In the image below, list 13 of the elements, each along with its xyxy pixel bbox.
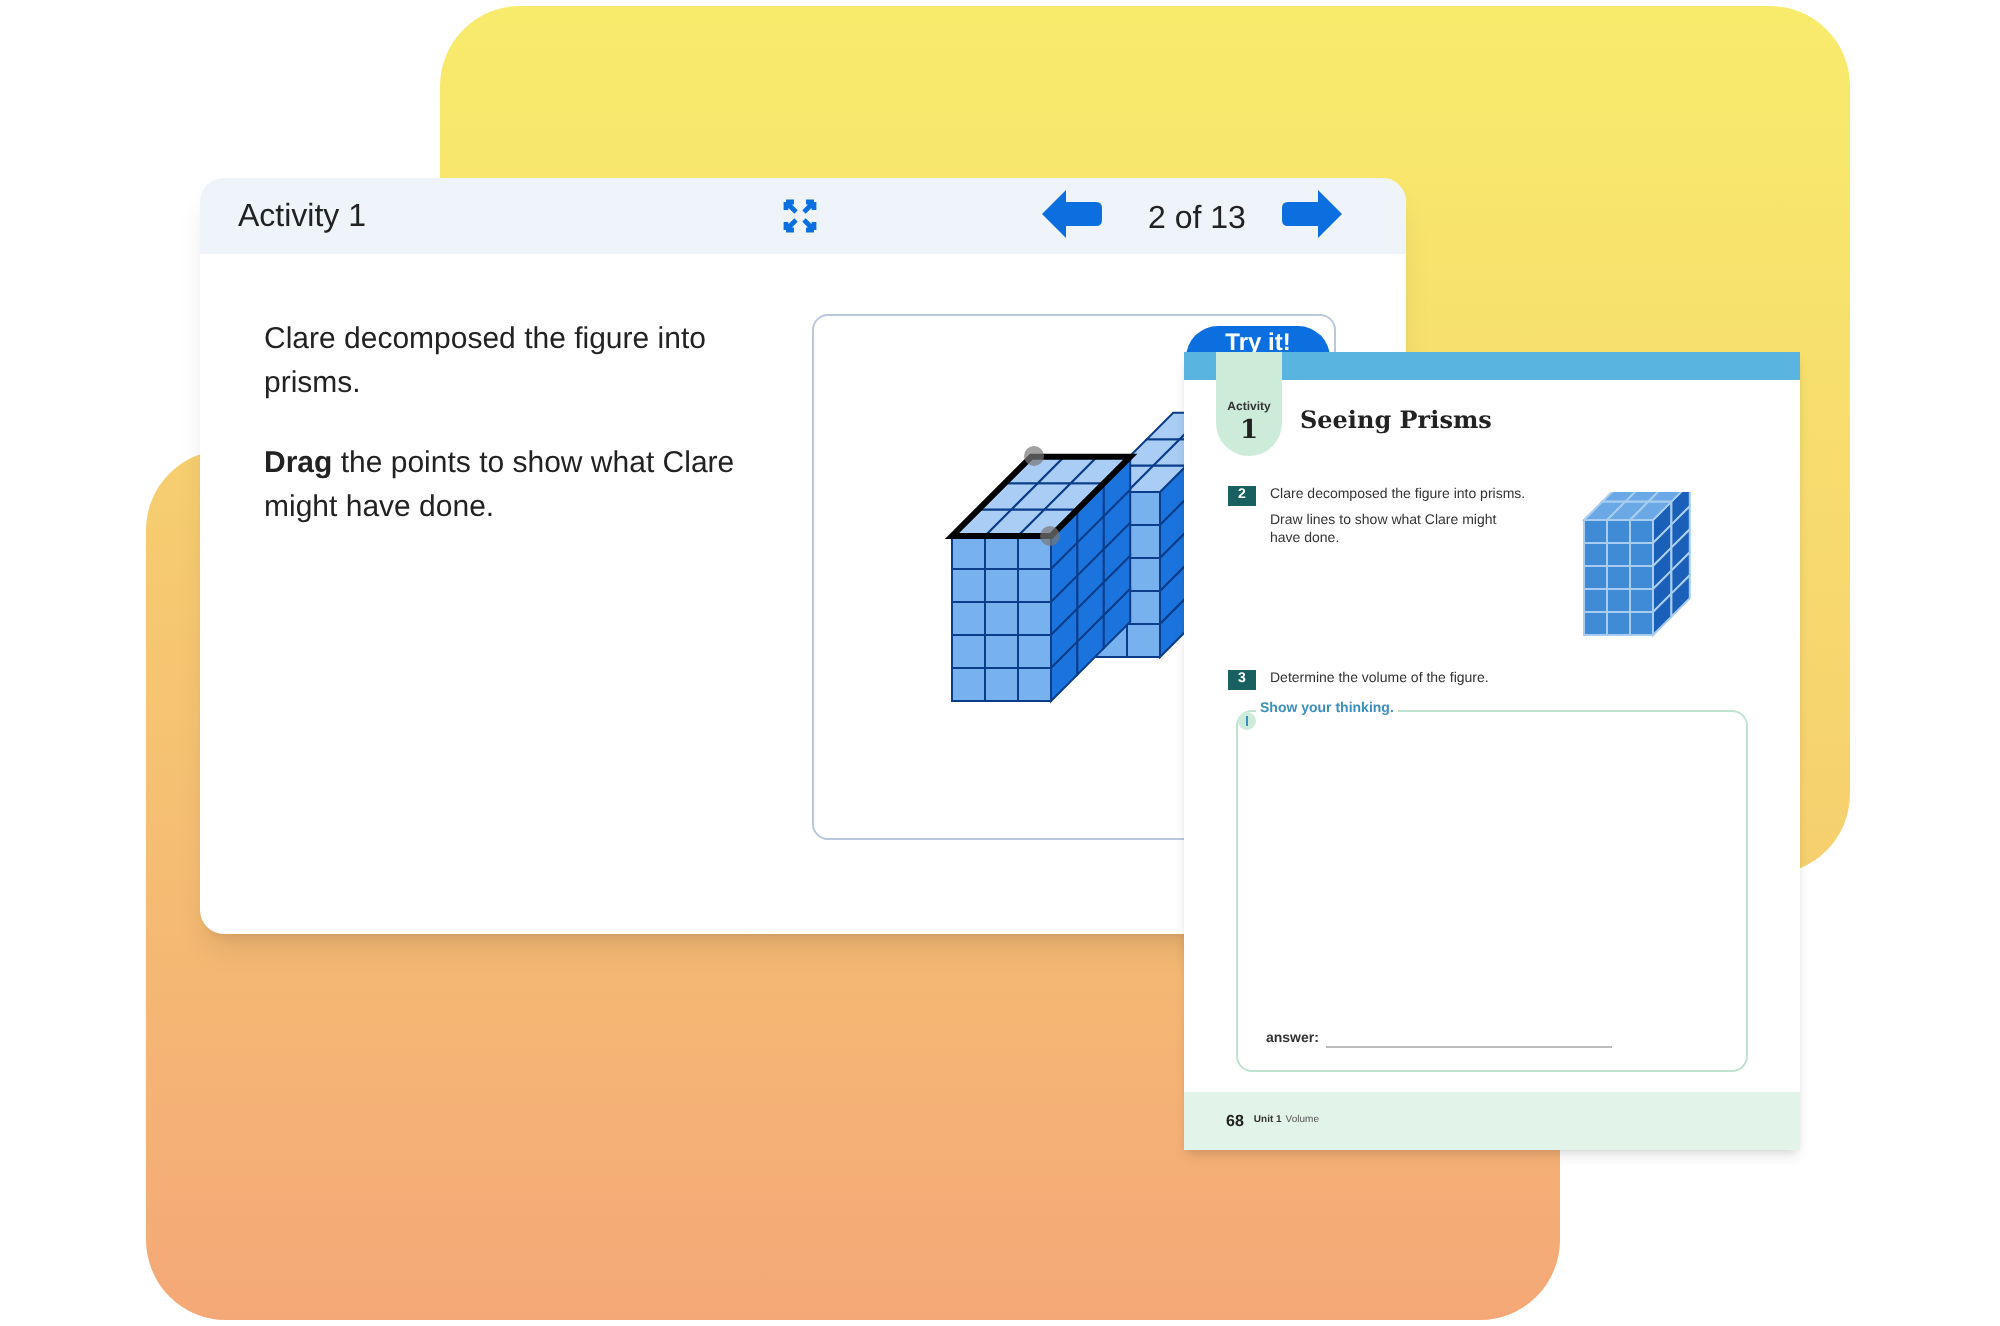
previous-arrow-icon[interactable] [1042,190,1102,238]
worksheet-title: Seeing Prisms [1300,404,1492,438]
fullscreen-icon[interactable] [782,198,818,234]
activity-title: Activity 1 [238,198,367,238]
page-number: 68 [1226,1109,1244,1133]
prompt-text: Clare decomposed the figure into prisms. [264,320,708,404]
drag-point[interactable] [1024,446,1044,466]
next-arrow-icon[interactable] [1282,190,1342,238]
activity-number: 1 [1239,418,1259,444]
drag-point[interactable] [1040,526,1060,546]
page-indicator: 2 of 13 [1148,200,1246,240]
info-icon [1238,712,1256,730]
prompt-text: Drag the points to show what Clare might have done. [264,444,737,528]
